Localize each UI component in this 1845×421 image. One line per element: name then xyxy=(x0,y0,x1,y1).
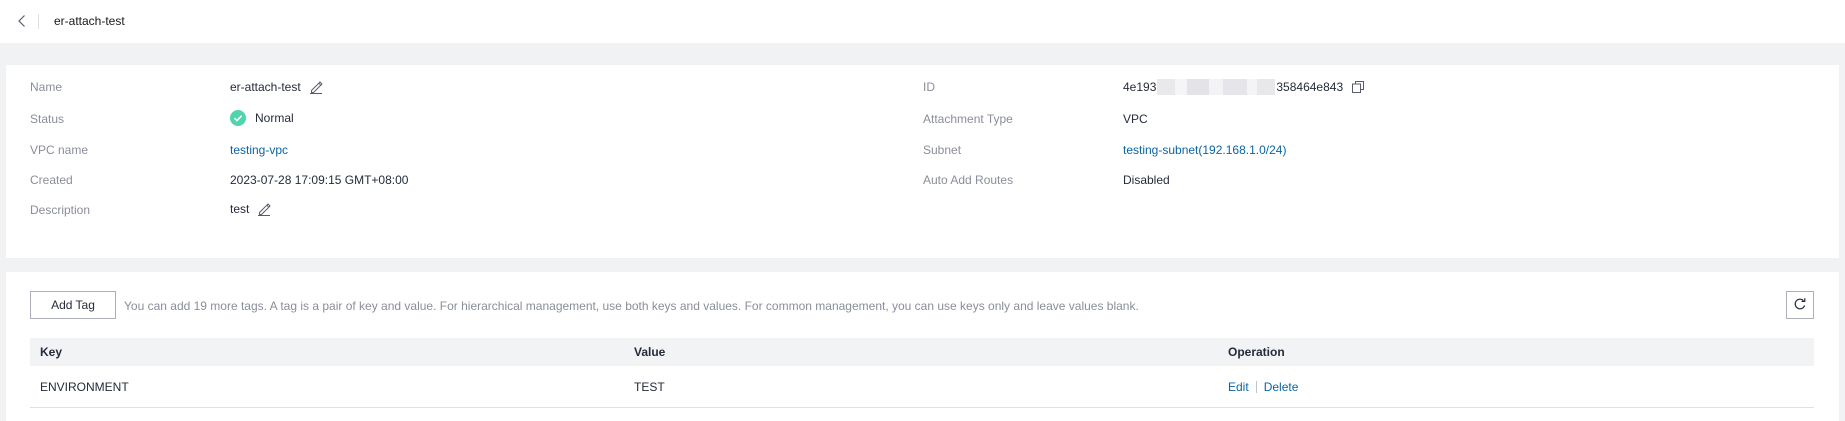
created-value: 2023-07-28 17:09:15 GMT+08:00 xyxy=(230,173,409,187)
vpc-link[interactable]: testing-vpc xyxy=(230,142,288,158)
created-label: Created xyxy=(30,173,73,187)
tags-card: Add Tag You can add 19 more tags. A tag … xyxy=(6,272,1839,421)
edit-description-icon[interactable] xyxy=(257,202,272,216)
refresh-icon xyxy=(1793,297,1807,314)
table-row: ENVIRONMENT TEST Edit Delete xyxy=(30,366,1814,408)
name-field: er-attach-test xyxy=(230,79,323,95)
operation-divider xyxy=(1255,380,1257,393)
description-value: test xyxy=(230,202,250,216)
edit-tag-link[interactable]: Edit xyxy=(1228,380,1249,394)
copy-icon[interactable] xyxy=(1351,80,1365,94)
vpc-label: VPC name xyxy=(30,143,89,157)
tag-hint-text: You can add 19 more tags. A tag is a pai… xyxy=(124,299,1139,313)
column-header-key: Key xyxy=(40,345,63,359)
status-field: Normal xyxy=(230,110,294,126)
attachment-type-label: Attachment Type xyxy=(923,112,1013,126)
tag-value-cell: TEST xyxy=(634,379,665,394)
name-label: Name xyxy=(30,80,63,94)
basic-info-card: Name er-attach-test Status Normal VPC na… xyxy=(6,65,1839,258)
column-header-value: Value xyxy=(634,345,666,359)
status-normal-icon xyxy=(230,110,246,126)
auto-routes-label: Auto Add Routes xyxy=(923,173,1014,187)
id-prefix: 4e193 xyxy=(1123,80,1157,94)
column-header-operation: Operation xyxy=(1228,345,1285,359)
table-header: Key Value Operation xyxy=(30,338,1814,366)
status-value: Normal xyxy=(255,111,294,125)
id-suffix: 358464e843 xyxy=(1276,80,1344,94)
refresh-button[interactable] xyxy=(1786,291,1814,319)
back-arrow-icon[interactable] xyxy=(14,13,30,29)
auto-routes-value: Disabled xyxy=(1123,173,1170,187)
delete-tag-link[interactable]: Delete xyxy=(1264,380,1299,394)
description-label: Description xyxy=(30,203,91,217)
id-masked-region xyxy=(1157,79,1276,95)
divider xyxy=(38,14,39,29)
id-field: 4e193 358464e843 xyxy=(1123,79,1365,95)
name-value: er-attach-test xyxy=(230,80,301,94)
id-label: ID xyxy=(923,80,935,94)
page-title: er-attach-test xyxy=(54,14,125,28)
edit-name-icon[interactable] xyxy=(309,80,323,94)
top-bar: er-attach-test xyxy=(0,0,1845,43)
description-field: test xyxy=(230,201,272,217)
subnet-link[interactable]: testing-subnet(192.168.1.0/24) xyxy=(1123,142,1286,158)
add-tag-button[interactable]: Add Tag xyxy=(30,291,116,319)
tag-key-cell: ENVIRONMENT xyxy=(40,379,129,394)
operation-cell: Edit Delete xyxy=(1218,380,1814,394)
status-label: Status xyxy=(30,112,65,126)
attachment-type-value: VPC xyxy=(1123,112,1148,126)
tags-table: Key Value Operation ENVIRONMENT TEST Edi… xyxy=(30,338,1814,408)
subnet-label: Subnet xyxy=(923,143,962,157)
